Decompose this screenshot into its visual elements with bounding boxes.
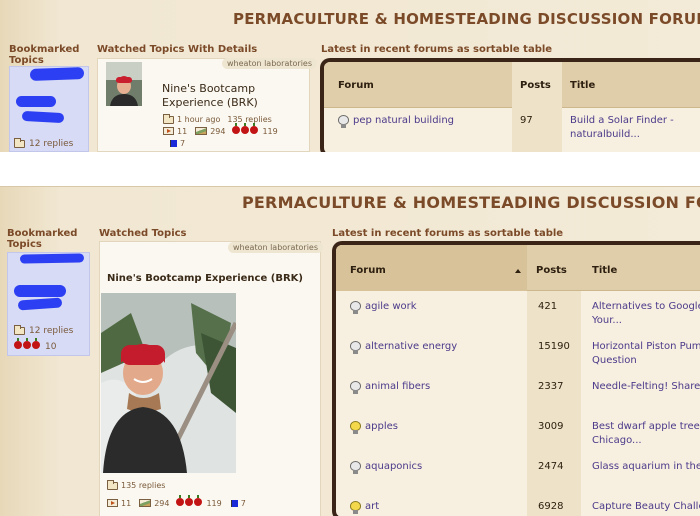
folder-icon bbox=[107, 479, 118, 490]
topic-link[interactable]: Glass aquarium in the bbox=[592, 460, 700, 474]
topic-link[interactable]: Alternatives to Google Your... bbox=[592, 300, 700, 328]
flag-icon bbox=[230, 499, 238, 507]
posts-count: 2474 bbox=[538, 461, 564, 472]
apple-icon bbox=[23, 338, 31, 349]
topic-title-link[interactable]: Nine's Bootcamp Experience (BRK) bbox=[162, 82, 302, 110]
posts-count: 3009 bbox=[538, 421, 564, 432]
replies-count[interactable]: 135 replies bbox=[121, 481, 165, 490]
topic-link[interactable]: Horizontal Piston Pum Question bbox=[592, 340, 700, 368]
lightbulb-lit-icon bbox=[350, 421, 361, 434]
apple-icon bbox=[32, 338, 40, 349]
lightbulb-icon bbox=[350, 461, 361, 474]
image-icon bbox=[195, 127, 208, 135]
forum-panel-top: PERMACULTURE & HOMESTEADING DISCUSSION F… bbox=[0, 0, 700, 152]
video-icon bbox=[107, 499, 118, 507]
topic-meta: 1 hour ago 135 replies bbox=[163, 113, 272, 124]
forum-link[interactable]: pep natural building bbox=[353, 115, 454, 126]
apple-icons bbox=[14, 338, 41, 352]
person-in-snow-photo-icon bbox=[101, 293, 236, 473]
site-title[interactable]: PERMACULTURE & HOMESTEADING DISCUSSION F… bbox=[233, 10, 700, 28]
posts-count: 421 bbox=[538, 301, 558, 312]
site-title[interactable]: PERMACULTURE & HOMESTEADING DISCUSSION F… bbox=[242, 193, 700, 212]
topic-title-link[interactable]: Nine's Bootcamp Experience (BRK) bbox=[107, 273, 303, 284]
lightbulb-icon bbox=[350, 381, 361, 394]
latest-forums-label: Latest in recent forums as sortable tabl… bbox=[321, 44, 553, 55]
video-icon bbox=[163, 127, 174, 135]
redacted-scribble bbox=[29, 67, 85, 81]
lightbulb-icon bbox=[350, 341, 361, 354]
redacted-scribble bbox=[21, 110, 65, 124]
forum-link[interactable]: animal fibers bbox=[365, 381, 430, 392]
apple-icon bbox=[14, 338, 22, 349]
forum-link[interactable]: art bbox=[365, 501, 379, 512]
posts-count: 6928 bbox=[538, 501, 564, 512]
watched-topics-label: Watched Topics With Details bbox=[97, 44, 258, 55]
forum-panel-bottom: PERMACULTURE & HOMESTEADING DISCUSSION F… bbox=[0, 186, 700, 516]
apple-icon bbox=[241, 123, 250, 134]
table-row: apples 3009 Best dwarf apple trees Chica… bbox=[336, 411, 700, 451]
apple-icon bbox=[176, 495, 185, 506]
topic-link[interactable]: Capture Beauty Challe bbox=[592, 500, 700, 514]
table-row: art 6928 Capture Beauty Challe bbox=[336, 491, 700, 516]
apple-icon bbox=[194, 495, 203, 506]
person-photo-icon bbox=[106, 62, 142, 106]
posts-header[interactable]: Posts bbox=[536, 265, 567, 276]
redacted-scribble bbox=[16, 96, 56, 107]
title-header[interactable]: Title bbox=[592, 265, 617, 276]
lightbulb-icon bbox=[350, 301, 361, 314]
latest-forums-label: Latest in recent forums as sortable tabl… bbox=[332, 228, 564, 239]
folder-icon bbox=[14, 138, 25, 148]
folder-icon bbox=[14, 325, 25, 335]
latest-forums-table: Forum Posts Title agile work 421 Alterna… bbox=[332, 241, 700, 516]
table-row: aquaponics 2474 Glass aquarium in the bbox=[336, 451, 700, 491]
topic-stats: 11 294 119 bbox=[163, 123, 278, 136]
forum-link[interactable]: agile work bbox=[365, 301, 417, 312]
posts-count: 2337 bbox=[538, 381, 564, 392]
flag-icon bbox=[170, 140, 177, 147]
redacted-scribble bbox=[19, 253, 85, 264]
table-row: pep natural building 97 Build a Solar Fi… bbox=[324, 109, 700, 149]
sort-arrow-icon[interactable] bbox=[515, 269, 521, 273]
table-row: animal fibers 2337 Needle-Felting! Share bbox=[336, 371, 700, 411]
flag-stat: 7 bbox=[170, 139, 185, 148]
title-header[interactable]: Title bbox=[570, 80, 595, 91]
apple-icon bbox=[250, 123, 259, 134]
topic-link[interactable]: Best dwarf apple trees Chicago... bbox=[592, 420, 700, 448]
posts-count: 15190 bbox=[538, 341, 570, 352]
apple-icon bbox=[232, 123, 241, 134]
forum-tag[interactable]: wheaton laboratories bbox=[222, 58, 318, 69]
apple-icon bbox=[185, 495, 194, 506]
apple-icons bbox=[176, 495, 203, 508]
table-row: alternative energy 15190 Horizontal Pist… bbox=[336, 331, 700, 371]
forum-header[interactable]: Forum bbox=[338, 80, 374, 91]
forum-tag[interactable]: wheaton laboratories bbox=[228, 242, 324, 253]
folder-icon bbox=[163, 113, 174, 124]
topic-photo[interactable] bbox=[101, 293, 236, 473]
bookmark-replies[interactable]: 12 replies bbox=[14, 138, 73, 149]
topic-link[interactable]: Build a Solar Finder - naturalbuild... bbox=[570, 114, 674, 142]
bookmarked-topics-label: Bookmarked Topics bbox=[7, 228, 78, 250]
bookmark-replies[interactable]: 12 replies bbox=[14, 325, 73, 336]
topic-link[interactable]: Needle-Felting! Share bbox=[592, 380, 700, 394]
posts-count: 97 bbox=[520, 115, 533, 126]
lightbulb-icon bbox=[338, 115, 349, 128]
redacted-scribble bbox=[14, 285, 66, 297]
topic-stats: 11 294 119 7 bbox=[107, 495, 246, 508]
topic-thumbnail[interactable] bbox=[106, 62, 142, 106]
lightbulb-lit-icon bbox=[350, 501, 361, 514]
posts-header[interactable]: Posts bbox=[520, 80, 551, 91]
forum-link[interactable]: alternative energy bbox=[365, 341, 457, 352]
image-icon bbox=[139, 499, 152, 507]
latest-forums-table: Forum Posts Title pep natural building 9… bbox=[320, 58, 700, 152]
topic-meta: 135 replies bbox=[107, 479, 165, 490]
bookmark-apples: 10 bbox=[14, 338, 56, 352]
forum-link[interactable]: aquaponics bbox=[365, 461, 422, 472]
forum-link[interactable]: apples bbox=[365, 421, 398, 432]
bookmarked-topics-label: Bookmarked Topics bbox=[9, 44, 80, 66]
replies-count[interactable]: 135 replies bbox=[227, 115, 271, 124]
apple-icons bbox=[232, 123, 259, 136]
watched-topics-label: Watched Topics bbox=[99, 228, 187, 239]
forum-header[interactable]: Forum bbox=[350, 265, 386, 276]
table-row: agile work 421 Alternatives to Google Yo… bbox=[336, 291, 700, 331]
